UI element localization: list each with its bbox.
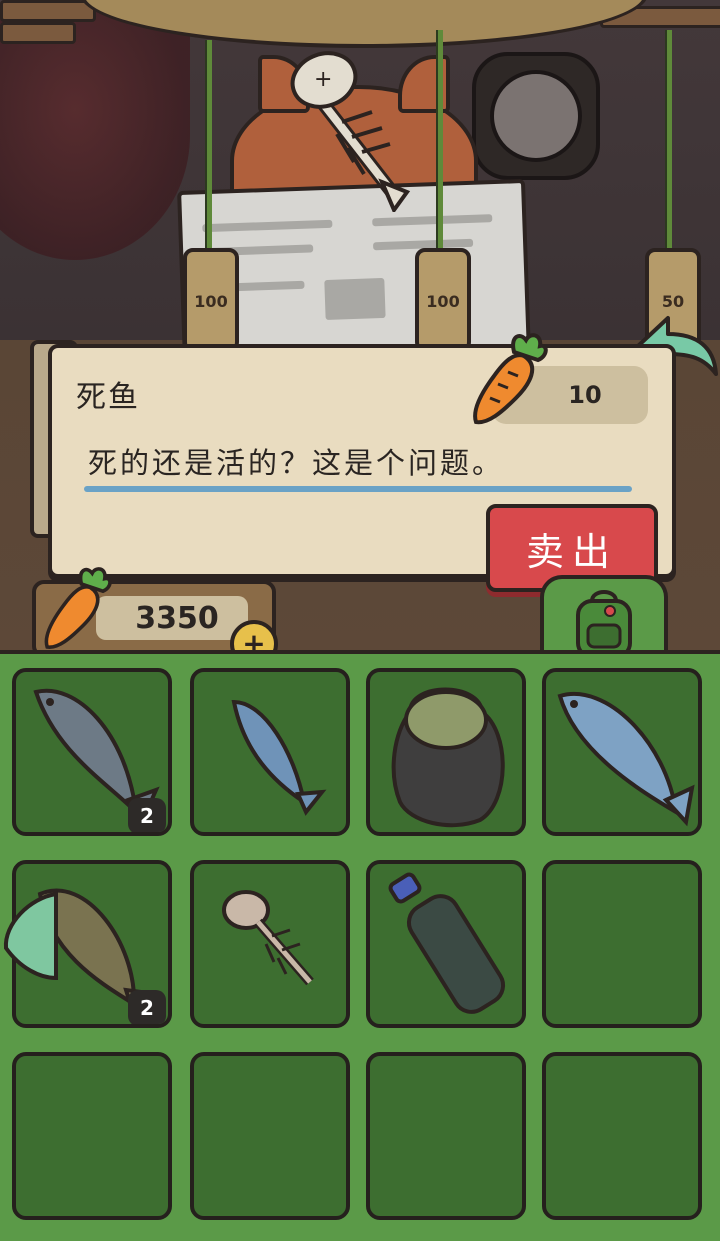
carrot-balance-value: 3350 [135,600,219,636]
small-fish-icon [231,699,327,816]
price-tag: 100 [183,248,239,356]
inventory-slot-empty[interactable] [542,860,702,1028]
item-count-badge: 2 [128,990,166,1024]
item-name: 死鱼 [76,380,140,415]
inventory-slot[interactable] [190,860,350,1028]
fish-bone-icon: + [290,51,411,212]
item-price-value: 10 [568,381,602,409]
wall-clock [472,52,600,180]
inventory-slot[interactable]: 2 [12,668,172,836]
carrot-icon [44,567,112,649]
curtain [0,10,190,260]
inventory-slot[interactable] [366,860,526,1028]
fish-bone-icon [222,890,314,986]
inventory-slot-empty[interactable] [542,1052,702,1220]
inventory-slot-empty[interactable] [366,1052,526,1220]
carrot-icon [473,333,548,425]
svg-text:+: + [314,67,332,92]
inventory-slot-empty[interactable] [190,1052,350,1220]
item-count-badge: 2 [128,798,166,832]
trash-bag-icon [391,687,505,828]
plank [0,22,76,44]
item-description: 死的还是活的？这是个问题。 [88,446,505,480]
inventory-slot[interactable] [190,668,350,836]
plastic-bottle-icon [388,872,506,1014]
inventory-slot-empty[interactable] [12,1052,172,1220]
item-detail-panel: 死鱼 10 死的还是活的？这是个问题。 卖出 [48,333,676,592]
price-tag: 100 [415,248,471,356]
salmon-icon [557,692,695,827]
description-underline [84,486,632,492]
inventory-slot[interactable] [542,668,702,836]
inventory-slot[interactable] [366,668,526,836]
plank [0,0,96,22]
leaf-icon [3,891,58,981]
